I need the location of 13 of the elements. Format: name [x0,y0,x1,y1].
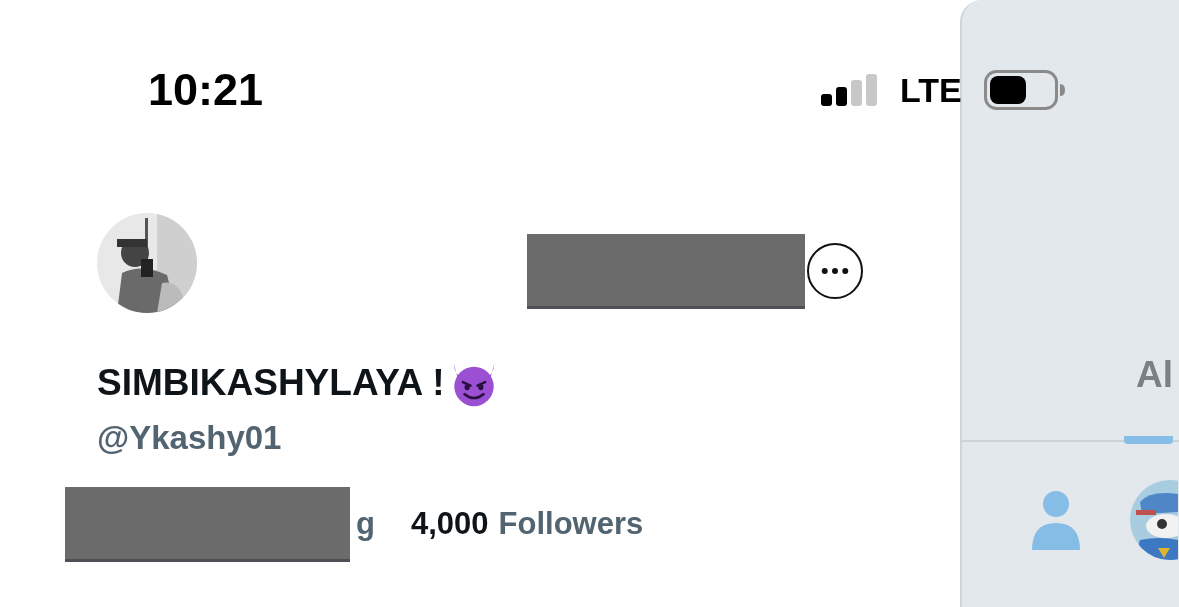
user-handle: @Ykashy01 [97,419,283,457]
tab[interactable]: Al [1124,354,1173,444]
followers-label[interactable]: Followers [498,506,644,542]
display-name: SIMBIKASHYLAYA ! [97,362,445,404]
followers-count[interactable]: 4,000 [411,506,489,542]
signal-icon [821,74,879,106]
more-icon [821,267,849,275]
status-time: 10:21 [148,64,264,116]
battery-icon [983,70,1065,110]
person-icon [1032,490,1080,550]
more-button[interactable] [807,243,863,299]
following-label[interactable]: g [356,506,375,542]
network-type: LTE [900,70,962,110]
